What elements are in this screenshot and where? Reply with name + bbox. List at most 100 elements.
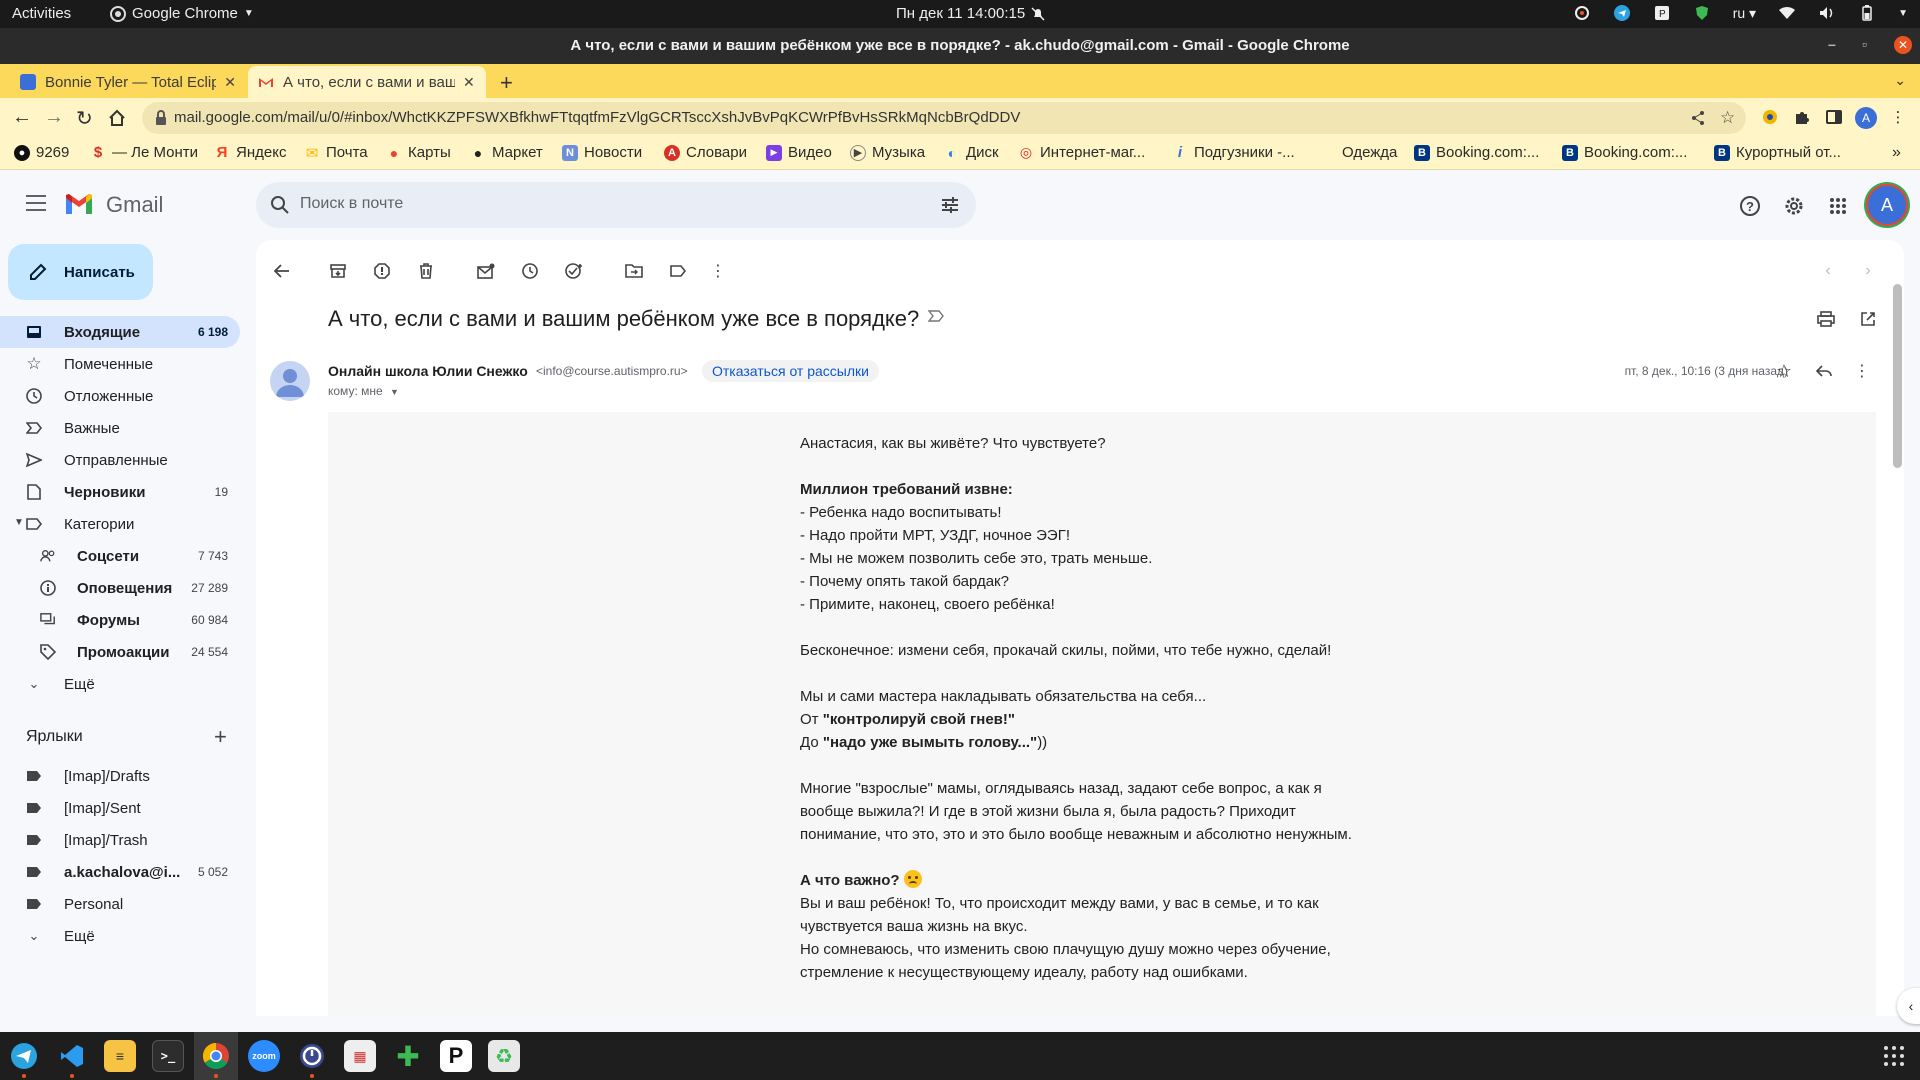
keyboard-layout[interactable]: ru ▾ — [1733, 5, 1756, 22]
gmail-logo-icon[interactable] — [64, 192, 94, 216]
share-icon[interactable] — [1690, 110, 1706, 126]
clock[interactable]: Пн дек 11 14:00:15 — [896, 5, 1045, 22]
tab-gmail-message[interactable]: А что, если с вами и вашим ребёнком уже … — [248, 66, 486, 98]
sidebar-label-item[interactable]: a.kachalova@i... 5 052 — [0, 856, 240, 888]
more-bookmarks-icon[interactable]: » — [1892, 144, 1901, 162]
star-message-icon[interactable]: ☆ — [1774, 361, 1794, 381]
sidebar-label-item[interactable]: [Imap]/Sent — [0, 792, 240, 824]
bookmark-item[interactable]: ● Карты — [386, 144, 451, 161]
pcloud-tray-icon[interactable]: P — [1653, 4, 1671, 22]
chrome-menu-icon[interactable]: ⋮ — [1888, 107, 1908, 127]
print-icon[interactable] — [1816, 309, 1836, 329]
bookmark-item[interactable]: N Новости — [562, 144, 642, 161]
sidebar-item-snoozed[interactable]: Отложенные — [0, 380, 240, 412]
sidebar-item-important[interactable]: Важные — [0, 412, 240, 444]
search-bar[interactable]: Поиск в почте — [256, 182, 976, 228]
bookmark-item[interactable]: Я Яндекс — [214, 144, 287, 161]
search-options-icon[interactable] — [940, 195, 960, 215]
dock-zoom[interactable]: zoom — [248, 1040, 280, 1072]
address-bar[interactable]: mail.google.com/mail/u/0/#inbox/WhctKKZP… — [142, 102, 1746, 134]
site-info-icon[interactable] — [154, 110, 168, 126]
bookmark-star-icon[interactable]: ☆ — [1720, 108, 1735, 128]
minimize-icon[interactable]: – — [1828, 36, 1836, 52]
side-panel-icon[interactable] — [1824, 107, 1844, 127]
label-as-icon[interactable] — [668, 261, 688, 281]
home-icon[interactable] — [108, 109, 126, 127]
dock-trash[interactable]: ♻ — [488, 1040, 520, 1072]
sidebar-item-updates[interactable]: Оповещения 27 289 — [0, 572, 240, 604]
sidebar-item-more[interactable]: ⌄ Ещё — [0, 668, 240, 700]
forward-button[interactable]: → — [44, 106, 64, 129]
expand-triangle-icon[interactable]: ▼ — [14, 517, 24, 528]
settings-gear-icon[interactable] — [1782, 194, 1806, 218]
bookmark-item[interactable]: B Курортный от... — [1714, 144, 1841, 161]
side-panel-toggle[interactable]: ‹ — [1897, 988, 1920, 1024]
sidebar-item-sent[interactable]: Отправленные — [0, 444, 240, 476]
older-message-icon[interactable]: › — [1858, 261, 1878, 281]
account-avatar[interactable]: A — [1868, 186, 1906, 224]
recipients-toggle[interactable]: кому: мне ▼ — [328, 384, 399, 398]
dock-telegram[interactable] — [8, 1040, 40, 1078]
dock-puzzle[interactable]: ✚ — [392, 1040, 424, 1072]
shield-icon[interactable] — [1693, 4, 1711, 22]
newer-message-icon[interactable]: ‹ — [1818, 261, 1838, 281]
sidebar-item-categories[interactable]: ▼ Категории — [0, 508, 240, 540]
sidebar-label-item[interactable]: Personal — [0, 888, 240, 920]
compose-button[interactable]: Написать — [8, 244, 153, 300]
bookmark-item[interactable]: ● Маркет — [470, 144, 543, 161]
bookmark-item[interactable]: B Booking.com:... — [1414, 144, 1539, 161]
bookmark-item[interactable]: ▶ Видео — [766, 144, 832, 161]
close-window-icon[interactable]: ✕ — [1894, 36, 1912, 54]
sidebar-item-drafts[interactable]: Черновики 19 — [0, 476, 240, 508]
sync-icon[interactable] — [1573, 4, 1591, 22]
bookmark-item[interactable]: ◐ Диск — [944, 144, 999, 161]
sidebar-label-item[interactable]: [Imap]/Drafts — [0, 760, 240, 792]
mark-unread-icon[interactable] — [476, 261, 496, 281]
bookmark-item[interactable]: $ — Ле Монти — [90, 144, 198, 161]
bookmark-item[interactable]: ◎ Интернет-маг... — [1018, 144, 1145, 161]
activities-button[interactable]: Activities — [12, 5, 71, 22]
archive-icon[interactable] — [328, 261, 348, 281]
tab-bonnie-tyler[interactable]: Bonnie Tyler — Total Eclipse ✕ — [10, 66, 246, 98]
gmail-logo-text[interactable]: Gmail — [106, 192, 163, 218]
volume-icon[interactable] — [1818, 4, 1836, 22]
bookmark-item[interactable]: i Подгузники -... — [1172, 144, 1295, 161]
important-marker-icon[interactable] — [928, 310, 944, 322]
chrome-profile-avatar[interactable]: A — [1855, 107, 1877, 129]
dock-calendar[interactable]: ▦ — [344, 1040, 376, 1072]
sidebar-item-inbox[interactable]: Входящие 6 198 — [0, 316, 240, 348]
report-spam-icon[interactable] — [372, 261, 392, 281]
help-icon[interactable]: ? — [1738, 194, 1762, 218]
move-to-icon[interactable] — [624, 261, 644, 281]
wifi-icon[interactable] — [1778, 4, 1796, 22]
telegram-tray-icon[interactable] — [1613, 4, 1631, 22]
dock-terminal[interactable]: >_ — [152, 1040, 184, 1072]
dock-notes[interactable]: ≡ — [104, 1040, 136, 1072]
back-to-inbox-icon[interactable] — [272, 261, 292, 281]
app-menu[interactable]: Google Chrome ▼ — [110, 5, 254, 22]
maximize-icon[interactable]: ▫ — [1862, 36, 1867, 52]
add-to-tasks-icon[interactable] — [564, 261, 584, 281]
google-apps-icon[interactable] — [1826, 194, 1850, 218]
sidebar-item-promotions[interactable]: Промоакции 24 554 — [0, 636, 240, 668]
snooze-icon[interactable] — [520, 261, 540, 281]
sender-avatar[interactable] — [270, 361, 310, 401]
new-tab-button[interactable]: + — [500, 70, 513, 96]
search-input[interactable]: Поиск в почте — [300, 195, 403, 213]
show-apps-icon[interactable] — [1884, 1046, 1904, 1066]
extension-shield-icon[interactable] — [1760, 107, 1780, 127]
add-label-button[interactable]: + — [214, 724, 227, 750]
reply-icon[interactable] — [1814, 361, 1834, 381]
power-menu-chevron-icon[interactable]: ▼ — [1898, 8, 1908, 19]
dock-pcloud[interactable]: P — [440, 1040, 472, 1072]
bookmark-item[interactable]: ✉ Почта — [304, 144, 368, 162]
delete-icon[interactable] — [416, 261, 436, 281]
open-in-new-window-icon[interactable] — [1858, 309, 1878, 329]
bookmark-item[interactable]: Одежда — [1320, 144, 1397, 161]
bookmark-item[interactable]: ▶ Музыка — [850, 144, 925, 161]
close-tab-icon[interactable]: ✕ — [224, 74, 236, 91]
bookmark-item[interactable]: B Booking.com:... — [1562, 144, 1687, 161]
dock-vscode[interactable] — [56, 1040, 88, 1078]
bookmark-item[interactable]: A Словари — [664, 144, 747, 161]
bookmark-item[interactable]: ● 9269 — [14, 144, 69, 161]
